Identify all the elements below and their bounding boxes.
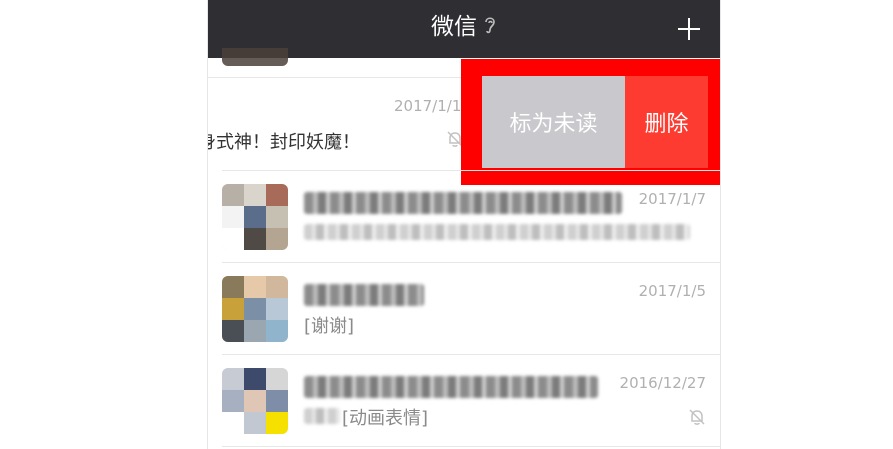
chat-name-blurred [304,284,424,306]
nav-title-group: 微信 [208,10,720,45]
chat-row[interactable]: [动画表情] 2016/12/27 [208,354,720,446]
chat-name-blurred [304,192,622,214]
chat-date: 2017/1/5 [638,282,706,300]
chat-preview: [谢谢] [304,316,355,337]
chat-sender-blurred [304,408,340,424]
wechat-chat-list-screen: 微信 2017/1/13 身式神！封印妖魔！ 标为未读 删除 2017/1/7 [207,0,721,449]
page-title: 微信 [431,14,477,40]
avatar [222,48,288,66]
plus-icon[interactable] [672,12,706,46]
chat-date: 2017/1/13 [394,97,471,115]
mark-as-unread-button[interactable]: 标为未读 [482,76,625,168]
avatar [222,184,288,250]
chat-preview-blurred [304,224,690,240]
chat-date: 2016/12/27 [619,374,706,392]
ear-icon [483,11,497,45]
chat-date: 2017/1/7 [638,190,706,208]
chat-row[interactable]: [谢谢] 2017/1/5 [208,262,720,354]
avatar [222,276,288,342]
chat-preview: [动画表情] [342,408,429,429]
chat-name-blurred [304,376,598,398]
row-divider [222,446,720,447]
mute-bell-icon [688,408,706,430]
avatar [222,368,288,434]
chat-row[interactable]: 2017/1/7 [208,170,720,262]
chat-preview: 身式神！封印妖魔！ [207,132,360,153]
delete-button[interactable]: 删除 [625,76,708,168]
